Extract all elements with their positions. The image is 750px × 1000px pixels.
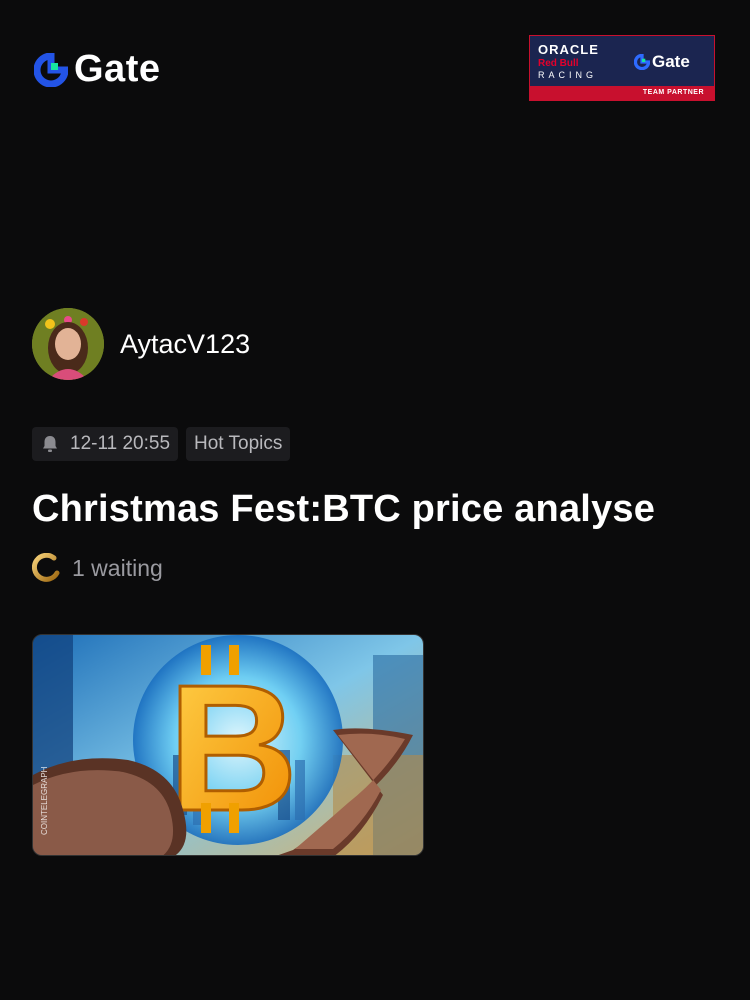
author-row[interactable]: AytacV123 (32, 308, 250, 380)
post-image[interactable]: B COINTELEGRAPH (32, 634, 424, 856)
partner-left: ORACLE Red Bull RACING (538, 42, 624, 80)
partner-redbull-text: Red Bull (538, 58, 579, 69)
post-title: Christmas Fest:BTC price analyse (32, 488, 656, 530)
partner-gate-icon (634, 54, 650, 70)
bell-icon (40, 434, 60, 454)
waiting-status: 1 waiting (32, 553, 163, 583)
post-tags: 12-11 20:55 Hot Topics (32, 427, 291, 461)
topic-label: Hot Topics (194, 433, 283, 454)
partner-gate-text: Gate (652, 52, 690, 71)
partner-gate-logo: Gate (634, 52, 690, 72)
partner-band: TEAM PARTNER (530, 86, 714, 100)
avatar-portrait-icon (32, 308, 104, 380)
author-name[interactable]: AytacV123 (120, 329, 250, 360)
waiting-text: 1 waiting (72, 554, 163, 581)
partner-oracle-text: ORACLE (538, 42, 599, 57)
timestamp-tag: 12-11 20:55 (32, 427, 179, 461)
post-timestamp: 12-11 20:55 (70, 433, 171, 454)
gate-logo[interactable]: Gate (34, 48, 160, 91)
avatar[interactable] (32, 308, 104, 380)
gate-logo-icon (34, 52, 68, 87)
topic-tag[interactable]: Hot Topics (186, 427, 291, 461)
image-watermark: COINTELEGRAPH (40, 766, 49, 835)
partner-racing-text: RACING (538, 70, 598, 80)
bitcoin-illustration: B COINTELEGRAPH (33, 635, 423, 855)
logo-text: Gate (74, 48, 161, 90)
partner-badge[interactable]: ORACLE Red Bull RACING Gate TEAM PARTNER (529, 35, 715, 101)
loading-spinner-icon (32, 553, 60, 582)
